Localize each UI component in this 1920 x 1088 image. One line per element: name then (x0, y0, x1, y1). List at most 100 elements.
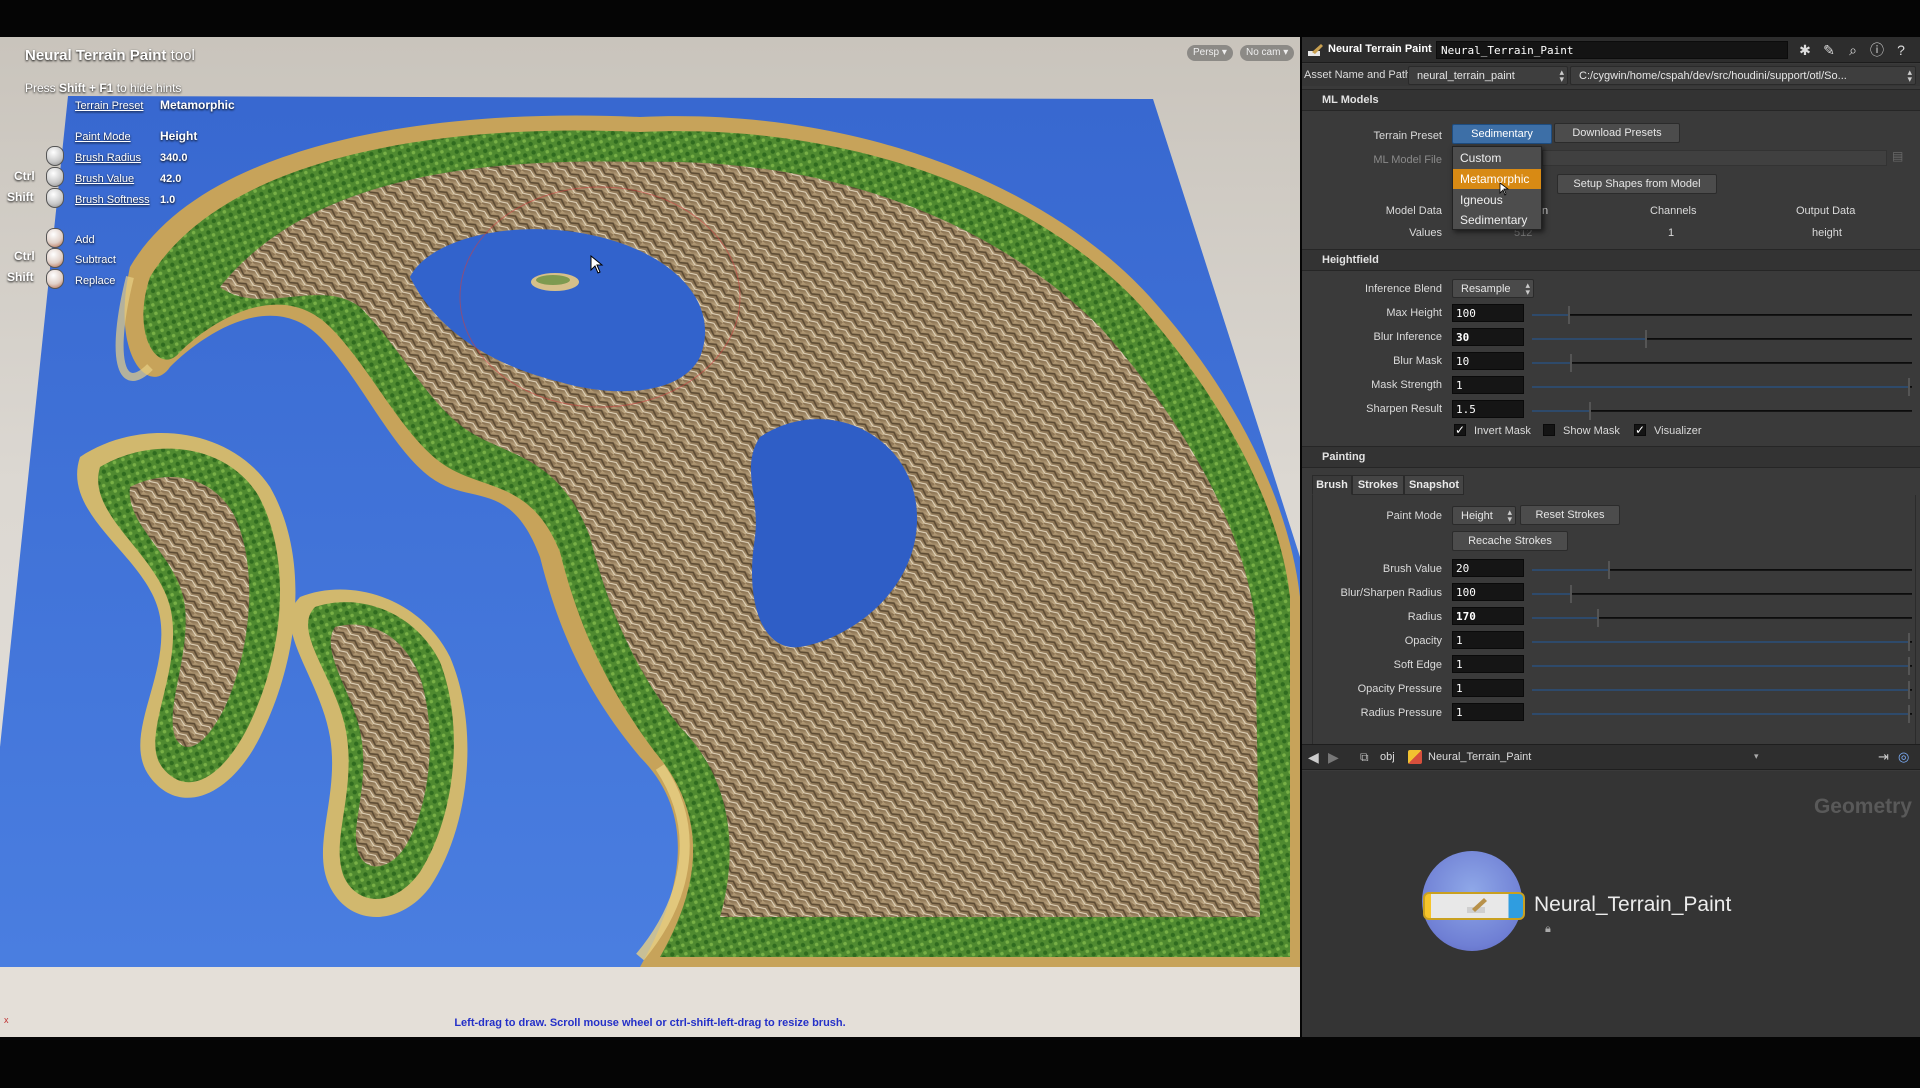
mask-strength-field[interactable]: 1 (1452, 376, 1524, 394)
setup-shapes-button[interactable]: Setup Shapes from Model (1557, 174, 1717, 194)
max-height-field[interactable]: 100 (1452, 304, 1524, 322)
slider-handle[interactable] (1568, 306, 1570, 324)
blur-sharpen-radius-field[interactable]: 100 (1452, 583, 1524, 601)
file-browse-icon[interactable]: ▤ (1892, 149, 1903, 163)
slider-handle[interactable] (1908, 378, 1910, 396)
radius-slider[interactable] (1532, 609, 1912, 627)
visualizer-checkbox[interactable]: ✓ (1634, 424, 1646, 436)
search-icon[interactable]: ⌕ (1844, 41, 1862, 59)
blur-inference-field[interactable]: 30 (1452, 328, 1524, 346)
slider-handle[interactable] (1908, 705, 1910, 723)
slider-handle[interactable] (1908, 633, 1910, 651)
slider-handle[interactable] (1589, 402, 1591, 420)
slider-handle[interactable] (1908, 681, 1910, 699)
path-node[interactable]: Neural_Terrain_Paint (1428, 751, 1531, 763)
slider-fill (1532, 665, 1908, 667)
invert-mask-checkbox[interactable]: ✓ (1454, 424, 1466, 436)
opacity-slider[interactable] (1532, 633, 1912, 651)
info-icon[interactable]: ⓘ (1868, 41, 1886, 59)
asset-name-dropdown[interactable]: neural_terrain_paint ▴ ▾ (1408, 66, 1568, 85)
blur-inference-slider[interactable] (1532, 330, 1912, 348)
slider-handle[interactable] (1645, 330, 1647, 348)
menu-item-sedimentary[interactable]: Sedimentary (1453, 210, 1541, 230)
recache-strokes-button[interactable]: Recache Strokes (1452, 531, 1568, 551)
parameter-panel: Neural Terrain Paint Neural_Terrain_Pain… (1302, 37, 1920, 1037)
link-icon[interactable]: ◎ (1898, 749, 1909, 765)
path-dropdown-arrow-icon[interactable]: ▾ (1754, 751, 1759, 762)
slider-handle[interactable] (1597, 609, 1599, 627)
max-height-slider[interactable] (1532, 306, 1912, 324)
mouse-left-click-icon (46, 248, 64, 268)
opacity-field[interactable]: 1 (1452, 631, 1524, 649)
network-editor[interactable]: Geometry Neural_Terrain_Paint 🔒︎ (1302, 771, 1920, 1037)
lock-icon[interactable]: 🔒︎ (1545, 923, 1556, 935)
slider-handle[interactable] (1570, 585, 1572, 603)
soft-edge-field[interactable]: 1 (1452, 655, 1524, 673)
soft-edge-label: Soft Edge (1393, 659, 1442, 671)
forward-arrow-icon[interactable]: ▶ (1328, 749, 1339, 766)
slider-fill (1532, 593, 1570, 595)
geometry-node-icon (1408, 750, 1422, 764)
neural-terrain-paint-node[interactable] (1423, 892, 1525, 920)
output-data-column-header: Output Data (1796, 205, 1856, 217)
tab-brush[interactable]: Brush (1312, 475, 1352, 495)
menu-item-igneous[interactable]: Igneous (1453, 190, 1541, 210)
updown-arrow-icon: ▴ ▾ (1907, 67, 1912, 84)
section-painting[interactable]: Painting (1302, 446, 1920, 468)
network-path-bar: ◀ ▶ ⧉ obj Neural_Terrain_Paint ▾ ⇥ ◎ (1302, 744, 1920, 770)
blur-mask-field[interactable]: 10 (1452, 352, 1524, 370)
opacity-pressure-slider[interactable] (1532, 681, 1912, 699)
tab-snapshot[interactable]: Snapshot (1404, 475, 1464, 495)
section-heightfield[interactable]: Heightfield (1302, 249, 1920, 271)
reset-strokes-button[interactable]: Reset Strokes (1520, 505, 1620, 525)
paint-brush-icon (1308, 44, 1323, 56)
tab-strokes[interactable]: Strokes (1352, 475, 1404, 495)
soft-edge-slider[interactable] (1532, 657, 1912, 675)
sharpen-result-field[interactable]: 1.5 (1452, 400, 1524, 418)
slider-fill (1532, 386, 1908, 388)
scene-viewport[interactable]: Neural Terrain Paint tool Press Shift + … (0, 37, 1300, 1037)
radius-pressure-slider[interactable] (1532, 705, 1912, 723)
sharpen-result-slider[interactable] (1532, 402, 1912, 420)
paint-brush-icon (1467, 898, 1487, 913)
slider-handle[interactable] (1908, 657, 1910, 675)
gear-icon[interactable]: ✱ (1796, 41, 1814, 59)
hud-brush-radius-label: Brush Radius (75, 152, 142, 164)
persp-button[interactable]: Persp ▾ (1187, 45, 1233, 61)
node-name-field[interactable]: Neural_Terrain_Paint (1436, 41, 1788, 59)
opacity-pressure-field[interactable]: 1 (1452, 679, 1524, 697)
slider-fill (1532, 338, 1645, 340)
help-icon[interactable]: ? (1892, 41, 1910, 59)
brush-value-slider[interactable] (1532, 561, 1912, 579)
blur-mask-slider[interactable] (1532, 354, 1912, 372)
terrain-preset-button[interactable]: Sedimentary (1452, 124, 1552, 144)
slider-handle[interactable] (1608, 561, 1610, 579)
opacity-label: Opacity (1404, 635, 1442, 647)
show-mask-checkbox[interactable] (1543, 424, 1555, 436)
mask-strength-slider[interactable] (1532, 378, 1912, 396)
paint-mode-dropdown[interactable]: Height ▴ ▾ (1452, 506, 1516, 525)
path-obj[interactable]: obj (1380, 751, 1395, 763)
hud-mod-ctrl: Ctrl (14, 249, 35, 263)
hud-terrain-preset-value: Metamorphic (160, 98, 235, 112)
download-presets-button[interactable]: Download Presets (1554, 123, 1680, 143)
app-window: Neural Terrain Paint tool Press Shift + … (0, 0, 1920, 1088)
radius-pressure-field[interactable]: 1 (1452, 703, 1524, 721)
menu-item-custom[interactable]: Custom (1453, 148, 1541, 168)
ml-model-file-field[interactable] (1542, 150, 1887, 166)
camera-button[interactable]: No cam ▾ (1240, 45, 1295, 61)
section-ml-models-label: ML Models (1322, 94, 1379, 106)
inference-blend-dropdown[interactable]: Resample ▴ ▾ (1452, 279, 1534, 298)
back-arrow-icon[interactable]: ◀ (1308, 749, 1319, 766)
brush-value-field[interactable]: 20 (1452, 559, 1524, 577)
blur-sharpen-radius-slider[interactable] (1532, 585, 1912, 603)
radius-field[interactable]: 170 (1452, 607, 1524, 625)
slider-handle[interactable] (1570, 354, 1572, 372)
brush-tool-icon[interactable]: ✎ (1820, 41, 1838, 59)
brush-tab-pane (1312, 495, 1916, 765)
menu-item-metamorphic[interactable]: Metamorphic (1453, 169, 1541, 189)
pin-icon[interactable]: ⇥ (1878, 749, 1889, 765)
section-ml-models[interactable]: ML Models (1302, 89, 1920, 111)
updown-arrow-icon: ▴ ▾ (1559, 67, 1564, 84)
asset-path-dropdown[interactable]: C:/cygwin/home/cspah/dev/src/houdini/sup… (1570, 66, 1916, 85)
